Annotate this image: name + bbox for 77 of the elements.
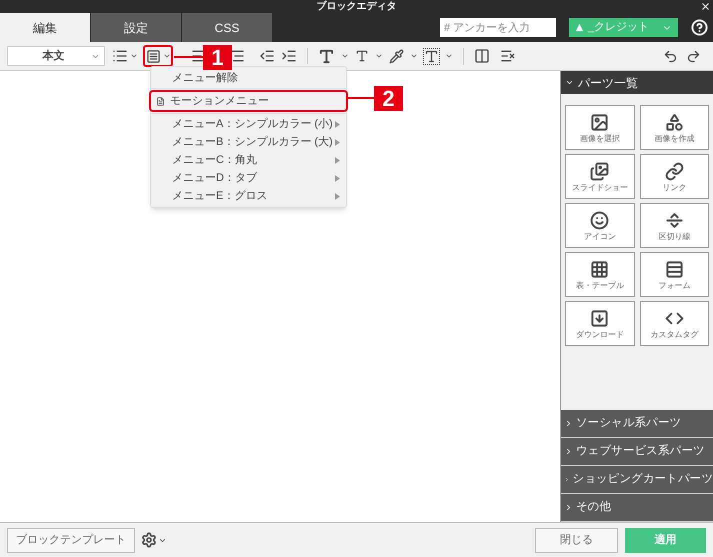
chevron-right-icon: [564, 447, 573, 456]
help-icon[interactable]: [691, 19, 708, 36]
callout-badge: 1: [203, 45, 232, 70]
menu-item[interactable]: モーションメニュー: [149, 90, 348, 112]
menu-doc-icon: [156, 96, 165, 106]
caret-icon: [341, 52, 349, 60]
redo-icon[interactable]: [686, 48, 701, 64]
link-icon: [664, 162, 684, 180]
part-tile[interactable]: リンク: [640, 154, 709, 199]
shapes-icon: [664, 112, 684, 132]
part-tile[interactable]: スライドショー: [565, 154, 634, 199]
grid-icon: [590, 260, 610, 278]
part-tile[interactable]: 区切り線: [640, 203, 709, 248]
section-header[interactable]: その他: [561, 494, 713, 521]
style-select[interactable]: 本文: [7, 46, 105, 66]
chevron-down-icon: [565, 78, 574, 87]
chevron-right-icon: [564, 503, 573, 512]
caret-icon: [162, 52, 170, 60]
font-size-icon[interactable]: [355, 49, 369, 63]
caret-icon: [410, 52, 418, 60]
window-title: ブロックエディタ: [316, 2, 396, 12]
section-header[interactable]: ウェブサービス系パーツ: [561, 438, 713, 465]
menu-item[interactable]: メニューD：タブ: [151, 169, 346, 187]
submenu-arrow-icon: [335, 174, 340, 182]
section-header[interactable]: ショッピングカートパーツ: [561, 466, 713, 493]
submenu-arrow-icon: [335, 120, 340, 128]
part-tile[interactable]: アイコン: [565, 203, 634, 248]
smiley-icon: [590, 210, 610, 230]
chevron-right-icon: [564, 419, 573, 428]
menu-item[interactable]: メニューE：グロス: [151, 187, 346, 205]
indent-icon[interactable]: [281, 48, 297, 64]
caret-icon: [375, 52, 383, 60]
part-tile[interactable]: 画像を選択: [565, 105, 634, 150]
leader-line: [347, 97, 374, 99]
text-frame-icon[interactable]: [424, 48, 439, 64]
chevron-right-icon: [564, 475, 570, 484]
images-icon: [590, 162, 610, 180]
menu-item[interactable]: メニューA：シンプルカラー (小): [151, 115, 346, 133]
menu-item[interactable]: メニュー解除: [151, 69, 346, 87]
anchor-field[interactable]: # アンカーを入力: [440, 18, 556, 37]
rows-icon: [664, 260, 684, 278]
parts-header[interactable]: パーツ一覧: [561, 71, 713, 94]
part-tile[interactable]: フォーム: [640, 252, 709, 297]
eyedropper-icon[interactable]: [389, 48, 404, 64]
list-icon[interactable]: [112, 48, 128, 64]
settings-icon[interactable]: [141, 532, 157, 548]
tab[interactable]: 設定: [91, 13, 181, 42]
part-tile[interactable]: カスタムタグ: [640, 301, 709, 346]
leader-line: [174, 56, 203, 58]
tab[interactable]: CSS: [182, 13, 272, 42]
undo-icon[interactable]: [663, 48, 678, 64]
tab[interactable]: 編集: [0, 13, 90, 42]
credit-icon: [575, 23, 584, 32]
part-tile[interactable]: ダウンロード: [565, 301, 634, 346]
download-icon: [590, 308, 610, 328]
text-icon[interactable]: [318, 48, 335, 64]
submenu-arrow-icon: [335, 138, 340, 146]
menu-icon: [146, 48, 160, 64]
close-button[interactable]: 閉じる: [535, 528, 618, 552]
section-header[interactable]: ソーシャル系パーツ: [561, 410, 713, 437]
submenu-arrow-icon: [335, 156, 340, 164]
submenu-arrow-icon: [335, 192, 340, 200]
part-tile[interactable]: 画像を作成: [640, 105, 709, 150]
caret-icon: [130, 52, 138, 60]
template-button[interactable]: ブロックテンプレート: [7, 528, 135, 552]
caret-icon: [445, 52, 453, 60]
align-right-icon[interactable]: [229, 48, 245, 64]
divider-icon: [664, 210, 684, 230]
menu-item[interactable]: メニューB：シンプルカラー (大): [151, 133, 346, 151]
menu-item[interactable]: メニューC：角丸: [151, 151, 346, 169]
image-icon: [590, 112, 610, 132]
columns-icon[interactable]: [474, 48, 490, 64]
part-tile[interactable]: 表・テーブル: [565, 252, 634, 297]
outdent-icon[interactable]: [259, 48, 275, 64]
clear-format-icon[interactable]: [500, 48, 516, 64]
callout-badge: 2: [374, 86, 403, 111]
close-icon[interactable]: [700, 1, 711, 12]
